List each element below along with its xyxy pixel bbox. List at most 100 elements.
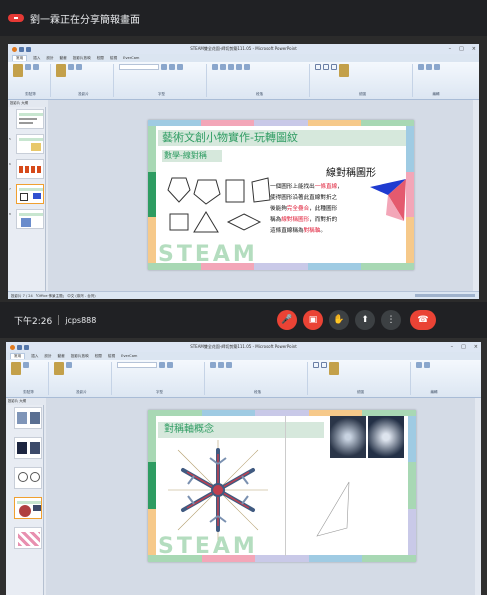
layout-icon[interactable] <box>66 362 72 368</box>
cut-icon[interactable] <box>23 362 29 368</box>
outline-tabs[interactable]: 投影片 大綱 <box>8 100 46 106</box>
cut-icon[interactable] <box>25 64 31 70</box>
layout-icon[interactable] <box>68 64 74 70</box>
editing-group: 編輯 <box>414 362 454 395</box>
tab-home[interactable]: 常用 <box>12 55 28 61</box>
bold-icon[interactable] <box>161 64 167 70</box>
tab-review[interactable]: 校閱 <box>97 56 104 61</box>
zoom-slider[interactable] <box>415 294 475 297</box>
copy-icon[interactable] <box>33 64 39 70</box>
numbering-icon[interactable] <box>218 362 224 368</box>
tab-design[interactable]: 設計 <box>46 56 53 61</box>
tab-design[interactable]: 設計 <box>44 354 51 359</box>
trapezoid-shape <box>251 177 271 203</box>
raise-hand-icon[interactable]: ✋ <box>329 310 349 330</box>
find-icon[interactable] <box>418 64 424 70</box>
slide-divider <box>285 416 286 556</box>
numbering-icon[interactable] <box>220 64 226 70</box>
line-shape-icon[interactable] <box>331 64 337 70</box>
slide-thumbnail-panel[interactable]: 5 6 7 8 <box>8 107 46 291</box>
font-group: 字型 <box>115 362 205 395</box>
select-icon[interactable] <box>434 64 440 70</box>
editing-label: 編輯 <box>432 92 440 96</box>
oval-shape-icon[interactable] <box>323 64 329 70</box>
reset-icon[interactable] <box>76 64 82 70</box>
slide-thumbnail[interactable] <box>16 109 44 129</box>
replace-icon[interactable] <box>426 64 432 70</box>
minimize-icon[interactable]: – <box>451 342 454 352</box>
oval-shape-icon[interactable] <box>321 362 327 368</box>
outline-tabs[interactable]: 投影片 大綱 <box>6 398 44 404</box>
rectangle-shape-icon[interactable] <box>315 64 321 70</box>
paragraph-label: 段落 <box>256 92 263 96</box>
font-name-box[interactable] <box>117 362 157 368</box>
window-title: STEAM雙全花園-師切剪築111.05 - Microsoft PowerPo… <box>190 46 297 51</box>
arrange-icon[interactable] <box>329 362 339 375</box>
tab-insert[interactable]: 插入 <box>33 56 40 61</box>
clipboard-group: 剪貼簿 <box>11 64 51 97</box>
slide-thumbnail[interactable] <box>16 209 44 229</box>
new-slide-icon[interactable] <box>54 362 64 375</box>
close-icon[interactable]: × <box>472 44 476 54</box>
slide-thumbnail-panel[interactable] <box>6 405 44 595</box>
tab-evercam[interactable]: EverCam <box>121 354 137 358</box>
find-icon[interactable] <box>416 362 422 368</box>
triangle-outline <box>316 481 350 537</box>
align-right-icon[interactable] <box>244 64 250 70</box>
replace-icon[interactable] <box>424 362 430 368</box>
definition-text-segment: 使得圖形沿著此直線對折之 <box>270 195 338 201</box>
tab-slideshow[interactable]: 投影片放映 <box>73 56 91 61</box>
bullets-icon[interactable] <box>210 362 216 368</box>
tab-view[interactable]: 檢視 <box>110 56 117 61</box>
microphone-off-icon[interactable]: 🎤 <box>277 310 297 330</box>
slide-thumbnail[interactable] <box>16 159 44 179</box>
end-call-icon[interactable]: ☎ <box>410 310 436 330</box>
slide-thumbnail[interactable] <box>14 467 42 489</box>
slide-thumbnail[interactable] <box>14 407 42 429</box>
steam-logo-text: STEAM <box>158 534 258 559</box>
sharing-banner-text: 劉一霖正在分享簡報畫面 <box>30 14 140 26</box>
slide-thumbnail[interactable] <box>14 437 42 459</box>
definition-line: 使得圖形沿著此直線對折之 <box>270 193 380 204</box>
camera-off-icon[interactable]: ▣ <box>303 310 323 330</box>
underline-icon[interactable] <box>177 64 183 70</box>
font-name-box[interactable] <box>119 64 159 70</box>
slide-thumbnail[interactable] <box>14 527 42 549</box>
definition-text-segment: 稱為 <box>270 217 282 223</box>
maximize-icon[interactable]: □ <box>459 44 464 54</box>
align-center-icon[interactable] <box>236 64 242 70</box>
slide-thumbnail-selected[interactable] <box>16 184 44 204</box>
tab-evercam[interactable]: EverCam <box>123 56 139 60</box>
tab-animation[interactable]: 動畫 <box>58 354 65 359</box>
bold-icon[interactable] <box>159 362 165 368</box>
slide-8[interactable]: 對稱軸概念 STEAM <box>148 410 416 562</box>
align-left-icon[interactable] <box>226 362 232 368</box>
paste-icon[interactable] <box>13 64 23 77</box>
tab-review[interactable]: 校閱 <box>95 354 102 359</box>
italic-icon[interactable] <box>169 64 175 70</box>
paste-icon[interactable] <box>11 362 21 375</box>
meeting-code: jcps888 <box>65 315 97 325</box>
tab-animation[interactable]: 動畫 <box>60 56 67 61</box>
close-icon[interactable]: × <box>474 342 478 352</box>
bullets-icon[interactable] <box>212 64 218 70</box>
slide-thumbnail-selected[interactable] <box>14 497 42 519</box>
ribbon: 剪貼簿 投影片 字型 段落 繪圖 編輯 <box>6 360 481 398</box>
italic-icon[interactable] <box>167 362 173 368</box>
tab-view[interactable]: 檢視 <box>108 354 115 359</box>
slide-7[interactable]: 藝術文創小物實作-玩轉圖紋 數學-線對稱 線對稱圖形 一個圖形上能找出一條直線，… <box>148 120 414 270</box>
slide-number: 8 <box>9 212 11 216</box>
highlighted-term: 對稱軸 <box>303 228 321 234</box>
more-options-icon[interactable]: ⋮ <box>381 310 401 330</box>
rectangle-shape-icon[interactable] <box>313 362 319 368</box>
present-screen-icon[interactable]: ⬆ <box>355 310 375 330</box>
tab-home[interactable]: 常用 <box>10 353 26 359</box>
arrange-icon[interactable] <box>339 64 349 77</box>
minimize-icon[interactable]: – <box>449 44 452 54</box>
slide-thumbnail[interactable] <box>16 134 44 154</box>
new-slide-icon[interactable] <box>56 64 66 77</box>
tab-slideshow[interactable]: 投影片放映 <box>71 354 89 359</box>
tab-insert[interactable]: 插入 <box>31 354 38 359</box>
align-left-icon[interactable] <box>228 64 234 70</box>
maximize-icon[interactable]: □ <box>461 342 466 352</box>
